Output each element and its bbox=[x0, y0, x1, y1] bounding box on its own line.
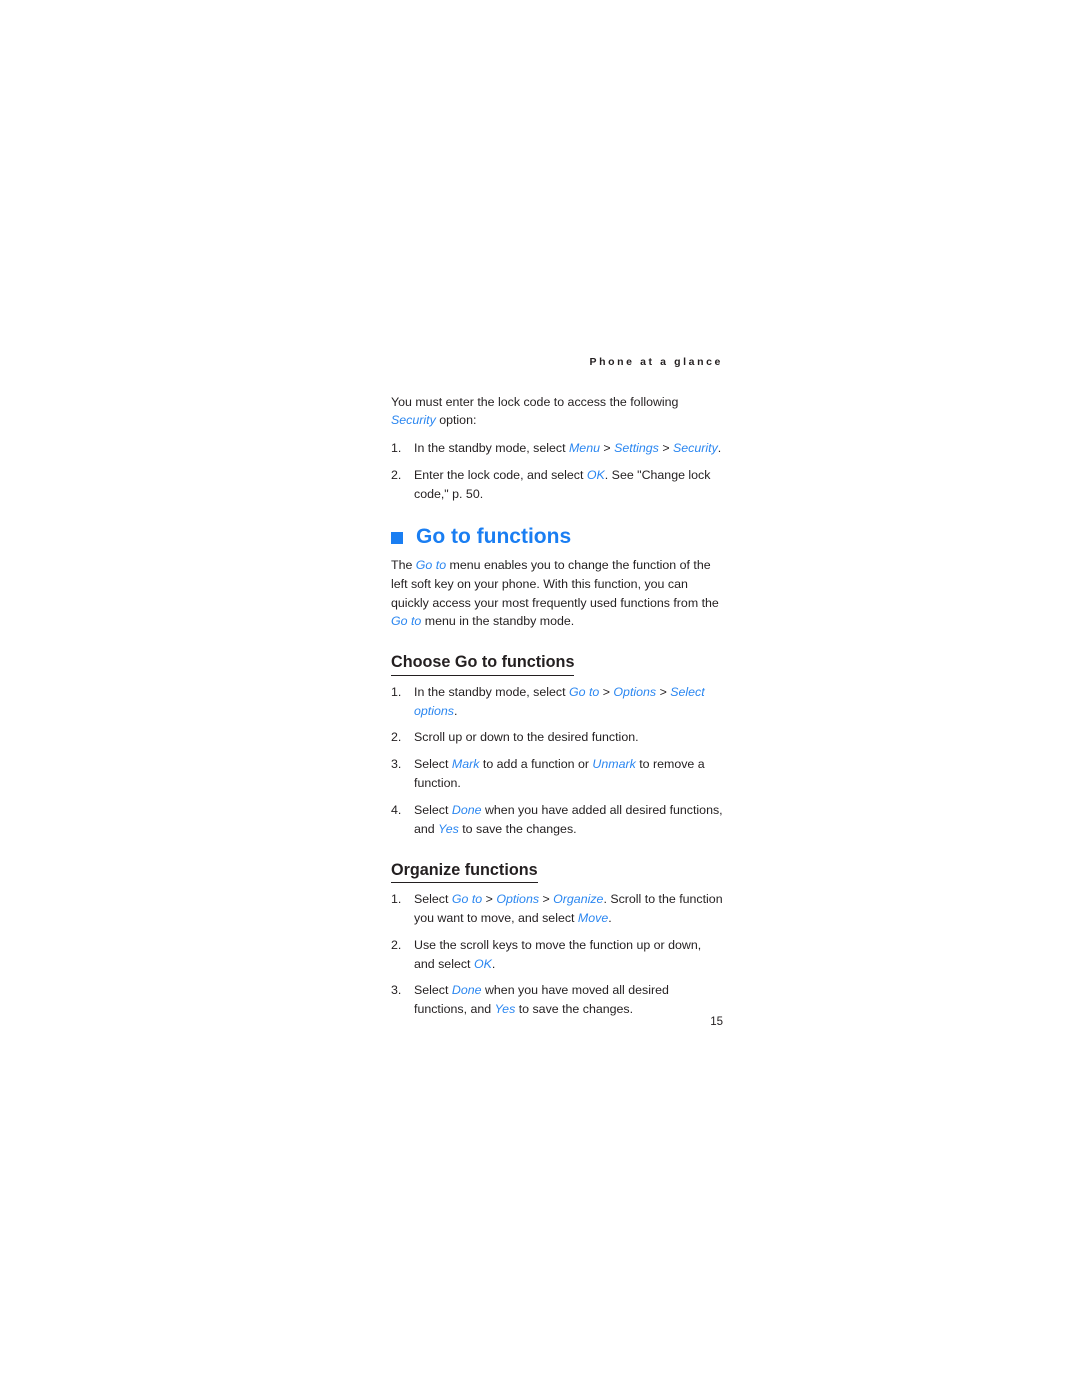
ui-term-done: Done bbox=[451, 802, 482, 817]
list-item-number: 3. bbox=[391, 983, 402, 998]
ui-term-yes: Yes bbox=[494, 1002, 516, 1017]
chapter-intro-paragraph: The Go to menu enables you to change the… bbox=[391, 556, 723, 631]
ui-term-unmark: Unmark bbox=[592, 757, 636, 772]
step-text: Scroll up or down to the desired functio… bbox=[414, 730, 639, 745]
ui-term-go-to: Go to bbox=[451, 892, 483, 907]
step-text-middle: to add a function or bbox=[479, 757, 593, 772]
ui-term-settings: Settings bbox=[614, 441, 659, 456]
step-text: Select bbox=[414, 802, 452, 817]
step-text-tail: . bbox=[491, 956, 496, 971]
list-item: 2. Enter the lock code, and select OK. Se… bbox=[391, 466, 723, 504]
list-item-number: 2. bbox=[391, 730, 402, 745]
path-separator: > bbox=[658, 441, 674, 456]
intro-paragraph-lead: You must enter the lock code to access t… bbox=[391, 394, 679, 409]
step-text: Use the scroll keys to move the function… bbox=[414, 937, 702, 971]
step-text: In the standby mode, select bbox=[414, 684, 569, 699]
step-text: Select bbox=[414, 757, 452, 772]
list-item: 1. In the standby mode, select Go to > Op… bbox=[391, 683, 723, 721]
list-item-number: 4. bbox=[391, 802, 402, 817]
ui-term-ok: OK bbox=[473, 956, 492, 971]
chapter-intro-lead: The bbox=[391, 557, 416, 572]
sub-heading-choose: Choose Go to functions bbox=[391, 653, 723, 676]
ui-term-security: Security bbox=[673, 441, 718, 456]
sub-heading-organize-label: Organize functions bbox=[391, 861, 538, 884]
intro-paragraph: You must enter the lock code to access t… bbox=[391, 393, 723, 431]
document-page: Phone at a glance You must enter the loc… bbox=[0, 0, 1080, 1397]
list-item-number: 2. bbox=[391, 468, 402, 483]
list-item: 3. Select Done when you have moved all de… bbox=[391, 981, 723, 1019]
chapter-heading: Go to functions bbox=[391, 525, 723, 549]
organize-steps-list: 1. Select Go to > Options > Organize. Scr… bbox=[391, 890, 723, 1019]
step-text-tail: to save the changes. bbox=[515, 1002, 634, 1017]
sub-heading-choose-label: Choose Go to functions bbox=[391, 653, 575, 676]
ui-term-yes: Yes bbox=[438, 821, 459, 836]
list-item: 1. Select Go to > Options > Organize. Scr… bbox=[391, 890, 723, 928]
step-text-tail: . bbox=[608, 910, 612, 925]
ui-term-done: Done bbox=[451, 983, 482, 998]
step-text: Select bbox=[414, 892, 452, 907]
page-number: 15 bbox=[710, 1016, 723, 1028]
list-item: 2. Scroll up or down to the desired funct… bbox=[391, 728, 723, 747]
step-text: Select bbox=[414, 983, 452, 998]
step-text-tail: . bbox=[453, 703, 458, 718]
list-item: 3. Select Mark to add a function or Unmar… bbox=[391, 755, 723, 793]
ui-term-go-to: Go to bbox=[568, 684, 600, 699]
path-separator: > bbox=[599, 684, 614, 699]
list-item-number: 2. bbox=[391, 937, 402, 952]
path-separator: > bbox=[599, 441, 615, 456]
chapter-intro-tail: menu in the standby mode. bbox=[421, 614, 575, 629]
text-column: Phone at a glance You must enter the loc… bbox=[391, 356, 723, 1019]
ui-term-go-to: Go to bbox=[415, 557, 447, 572]
list-item: 1. In the standby mode, select Menu > Set… bbox=[391, 439, 723, 458]
step-text: Enter the lock code, and select bbox=[414, 468, 587, 483]
step-text-tail: . bbox=[717, 441, 722, 456]
intro-paragraph-tail: option: bbox=[435, 413, 477, 428]
ui-term-security: Security bbox=[391, 413, 436, 428]
sub-heading-organize: Organize functions bbox=[391, 861, 723, 884]
step-text-tail: to save the changes. bbox=[458, 821, 577, 836]
step-text: In the standby mode, select bbox=[414, 441, 569, 456]
ui-term-go-to: Go to bbox=[391, 614, 422, 629]
list-item-number: 1. bbox=[391, 892, 402, 907]
intro-steps-list: 1. In the standby mode, select Menu > Set… bbox=[391, 439, 723, 504]
ui-term-options: Options bbox=[613, 684, 657, 699]
list-item: 4. Select Done when you have added all de… bbox=[391, 801, 723, 839]
path-separator: > bbox=[539, 892, 554, 907]
path-separator: > bbox=[656, 684, 671, 699]
running-header: Phone at a glance bbox=[589, 356, 723, 368]
list-item-number: 3. bbox=[391, 757, 402, 772]
choose-steps-list: 1. In the standby mode, select Go to > Op… bbox=[391, 683, 723, 839]
ui-term-ok: OK bbox=[586, 468, 605, 483]
chapter-heading-label: Go to functions bbox=[416, 524, 572, 548]
list-item: 2. Use the scroll keys to move the functi… bbox=[391, 936, 723, 974]
ui-term-mark: Mark bbox=[451, 757, 480, 772]
list-item-number: 1. bbox=[391, 441, 402, 456]
ui-term-organize: Organize bbox=[553, 892, 604, 907]
ui-term-options: Options bbox=[496, 892, 540, 907]
path-separator: > bbox=[482, 892, 497, 907]
list-item-number: 1. bbox=[391, 684, 402, 699]
ui-term-menu: Menu bbox=[568, 441, 600, 456]
ui-term-move: Move bbox=[577, 910, 609, 925]
square-bullet-icon bbox=[391, 531, 403, 544]
